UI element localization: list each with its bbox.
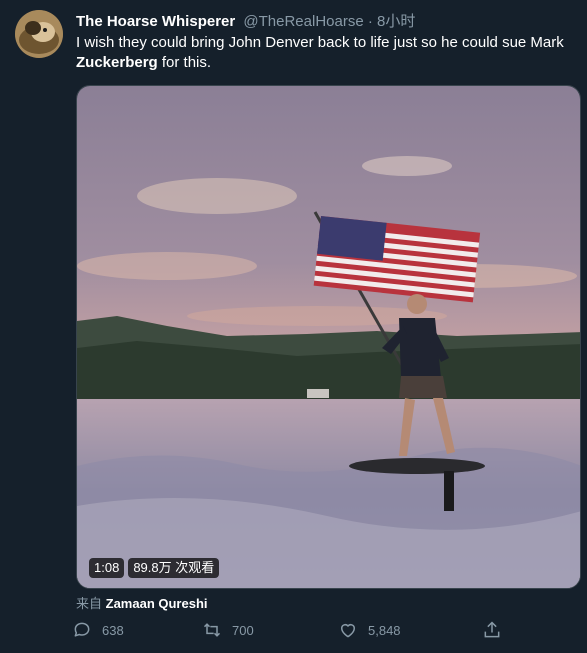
tweet-text-part-2: for this.	[157, 54, 212, 71]
avatar[interactable]	[15, 10, 63, 58]
retweet-count: 700	[232, 622, 254, 638]
user-handle[interactable]: @TheRealHoarse	[243, 13, 363, 30]
video-duration: 1:08	[89, 558, 125, 578]
like-button[interactable]: 5,848	[338, 620, 401, 640]
timestamp[interactable]: 8小时	[377, 13, 415, 30]
retweet-button[interactable]: 700	[202, 620, 254, 640]
reply-button[interactable]: 638	[72, 620, 124, 640]
heart-icon	[341, 624, 355, 638]
source-name[interactable]: Zamaan Qureshi	[106, 596, 208, 611]
avatar-image	[15, 10, 63, 58]
action-bar: 638 700 5,848	[72, 620, 512, 646]
source-prefix: 来自	[76, 596, 103, 611]
tweet-header: The Hoarse Whisperer @TheRealHoarse · 8小…	[76, 12, 567, 32]
tweet-text: I wish they could bring John Denver back…	[76, 33, 576, 73]
like-count: 5,848	[368, 622, 401, 638]
retweet-icon	[203, 623, 221, 637]
separator-dot: ·	[367, 13, 373, 30]
tweet-text-part-1: I wish they could bring John Denver back…	[76, 34, 564, 51]
video-source: 来自 Zamaan Qureshi	[76, 595, 208, 613]
tweet-text-bold: Zuckerberg	[76, 54, 158, 71]
display-name[interactable]: The Hoarse Whisperer	[76, 13, 235, 30]
share-icon	[484, 621, 500, 638]
video-frame	[77, 86, 580, 588]
share-button[interactable]	[482, 620, 502, 640]
video-player[interactable]: 1:08 89.8万 次观看	[76, 85, 581, 589]
reply-count: 638	[102, 622, 124, 638]
video-overlay: 1:08 89.8万 次观看	[89, 558, 220, 578]
video-view-count: 89.8万 次观看	[128, 558, 220, 578]
reply-icon	[74, 622, 90, 637]
tweet: The Hoarse Whisperer @TheRealHoarse · 8小…	[0, 0, 587, 653]
